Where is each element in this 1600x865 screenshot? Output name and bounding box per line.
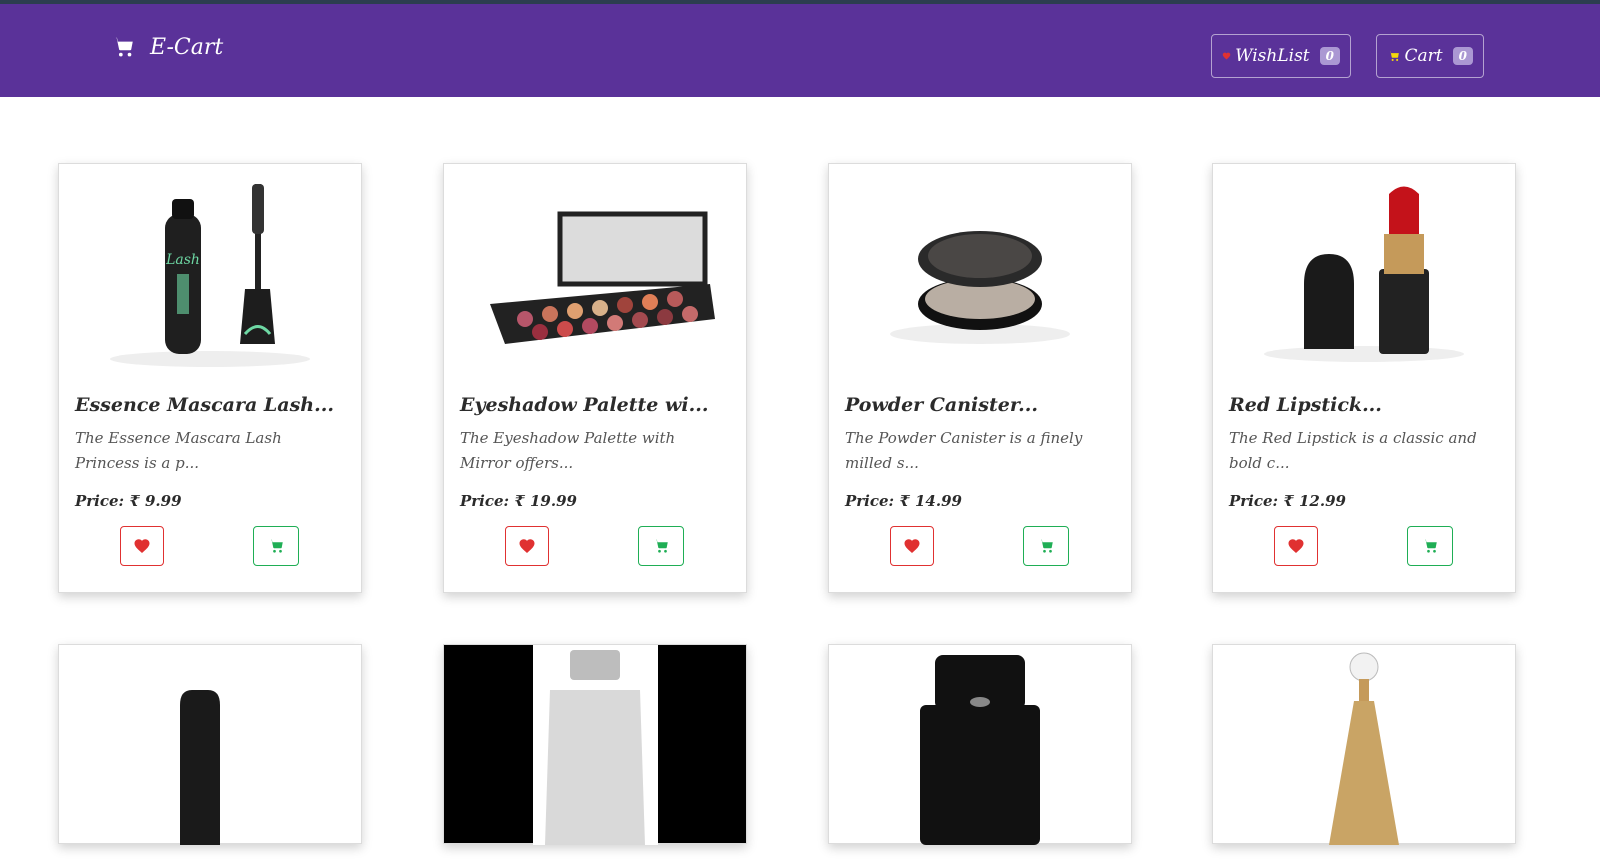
cart-button[interactable]: Cart 0	[1376, 34, 1484, 78]
product-description: The Powder Canister is a finely milled s…	[845, 429, 1083, 472]
chanel-perfume-image	[829, 645, 1131, 865]
add-to-wishlist-button[interactable]	[120, 526, 164, 566]
product-price: Price: ₹ 9.99	[75, 492, 182, 510]
add-to-wishlist-button[interactable]	[505, 526, 549, 566]
brand-name: E-Cart	[150, 34, 224, 60]
brand-link[interactable]: E-Cart	[110, 34, 223, 60]
product-title[interactable]: Powder Canister...	[845, 394, 1115, 416]
product-card: Powder Canister... The Powder Canister i…	[828, 163, 1132, 593]
product-card: Lash Essence Mascara Lash... The Essence…	[58, 163, 362, 593]
cart-label: Cart	[1404, 46, 1443, 66]
product-card	[58, 644, 362, 845]
perfume-bottle-image	[444, 645, 746, 865]
product-title[interactable]: Red Lipstick...	[1229, 394, 1499, 416]
add-to-cart-button[interactable]	[253, 526, 299, 566]
product-price: Price: ₹ 19.99	[460, 492, 577, 510]
heart-icon	[1288, 539, 1304, 554]
add-to-wishlist-button[interactable]	[1274, 526, 1318, 566]
product-description: The Red Lipstick is a classic and bold c…	[1229, 429, 1477, 472]
powder-canister-image	[829, 164, 1131, 384]
product-description: The Essence Mascara Lash Princess is a p…	[75, 429, 282, 472]
product-price: Price: ₹ 12.99	[1229, 492, 1346, 510]
dior-perfume-image	[1213, 645, 1515, 865]
heart-icon	[904, 539, 920, 554]
svg-text:Lash: Lash	[165, 252, 200, 268]
heart-icon	[134, 539, 150, 554]
product-description: The Eyeshadow Palette with Mirror offers…	[460, 429, 676, 472]
add-to-cart-button[interactable]	[1023, 526, 1069, 566]
eyeshadow-palette-image	[444, 164, 746, 384]
cart-icon	[1423, 539, 1437, 553]
product-title[interactable]: Essence Mascara Lash...	[75, 394, 345, 416]
heart-icon	[519, 539, 535, 554]
nail-polish-image	[59, 645, 361, 865]
heart-icon	[1222, 52, 1231, 60]
add-to-cart-button[interactable]	[1407, 526, 1453, 566]
navbar: E-Cart WishList 0 Cart 0	[0, 4, 1600, 97]
wishlist-label: WishList	[1235, 46, 1310, 66]
cart-icon	[269, 539, 283, 553]
wishlist-count-badge: 0	[1319, 47, 1340, 65]
product-card	[828, 644, 1132, 845]
cart-count-badge: 0	[1452, 47, 1473, 65]
product-card	[443, 644, 747, 845]
add-to-wishlist-button[interactable]	[890, 526, 934, 566]
cart-icon	[113, 37, 133, 57]
red-lipstick-image	[1213, 164, 1515, 384]
mascara-image: Lash	[59, 164, 361, 384]
product-price: Price: ₹ 14.99	[845, 492, 962, 510]
product-card: Eyeshadow Palette wi... The Eyeshadow Pa…	[443, 163, 747, 593]
product-title[interactable]: Eyeshadow Palette wi...	[460, 394, 730, 416]
product-card: Red Lipstick... The Red Lipstick is a cl…	[1212, 163, 1516, 593]
cart-icon	[1039, 539, 1053, 553]
add-to-cart-button[interactable]	[638, 526, 684, 566]
cart-icon	[1388, 50, 1399, 61]
wishlist-button[interactable]: WishList 0	[1211, 34, 1351, 78]
product-card	[1212, 644, 1516, 845]
cart-icon	[654, 539, 668, 553]
